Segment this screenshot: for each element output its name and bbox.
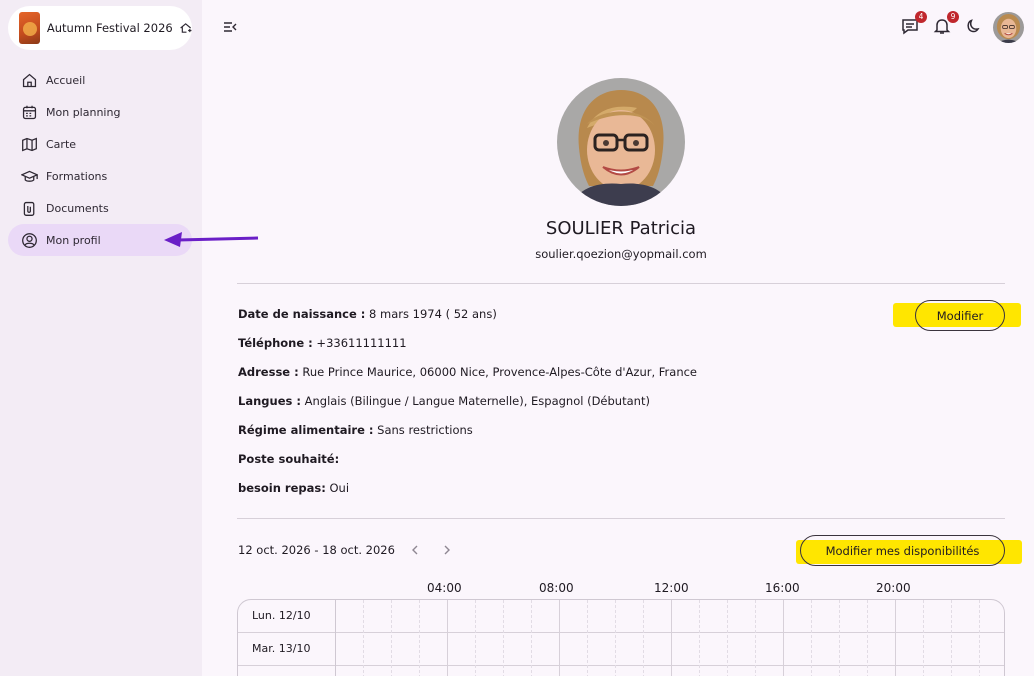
info-label: Adresse :	[238, 365, 299, 379]
info-label: Régime alimentaire :	[238, 423, 374, 437]
grid-line	[755, 600, 756, 676]
info-meal-need: besoin repas: Oui	[238, 481, 349, 495]
hour-label: 16:00	[765, 581, 800, 595]
profile-email: soulier.qoezion@yopmail.com	[535, 247, 707, 261]
grid-line	[391, 600, 392, 676]
user-circle-icon	[22, 232, 37, 248]
switch-festival-icon[interactable]	[179, 21, 192, 35]
sidebar-item-mon-planning[interactable]: Mon planning	[8, 96, 192, 128]
collapse-sidebar-icon[interactable]	[222, 19, 238, 35]
info-label: Langues :	[238, 394, 301, 408]
grid-line	[503, 600, 504, 676]
grid-line	[475, 600, 476, 676]
calendar-icon	[22, 105, 37, 119]
hour-label: 08:00	[539, 581, 574, 595]
info-desired-position: Poste souhaité:	[238, 452, 339, 466]
grid-line	[895, 600, 896, 676]
info-value: Anglais (Bilingue / Langue Maternelle), …	[300, 394, 650, 408]
grid-line	[363, 600, 364, 676]
grid-line	[783, 600, 784, 676]
map-icon	[22, 137, 37, 151]
sidebar-item-label: Accueil	[46, 73, 86, 87]
grid-line	[811, 600, 812, 676]
sidebar-item-label: Carte	[46, 137, 77, 151]
festival-switcher[interactable]: Autumn Festival 2026	[8, 6, 192, 50]
info-value: 8 mars 1974 ( 52 ans)	[365, 307, 497, 321]
info-value: Oui	[325, 481, 350, 495]
notifications-button[interactable]: 9	[933, 11, 959, 37]
sidebar-item-label: Mon profil	[46, 233, 101, 247]
sidebar: Autumn Festival 2026 Accueil Mon plannin…	[0, 0, 202, 676]
info-phone: Téléphone : +33611111111	[238, 336, 407, 350]
info-label: Poste souhaité:	[238, 452, 340, 466]
grid-line	[727, 600, 728, 676]
grid-line	[643, 600, 644, 676]
graduation-cap-icon	[21, 170, 38, 182]
festival-name: Autumn Festival 2026	[46, 21, 173, 35]
sidebar-nav: Accueil Mon planning Carte Formations Do…	[8, 64, 192, 256]
grid-line	[867, 600, 868, 676]
info-birthdate: Date de naissance : 8 mars 1974 ( 52 ans…	[238, 307, 497, 321]
profile-name: SOULIER Patricia	[545, 218, 697, 239]
info-label: Date de naissance :	[238, 307, 366, 321]
grid-line	[531, 600, 532, 676]
avatar-photo	[993, 12, 1024, 43]
grid-line	[839, 600, 840, 676]
grid-line	[447, 600, 448, 676]
info-diet: Régime alimentaire : Sans restrictions	[238, 423, 473, 437]
messages-button[interactable]: 4	[901, 11, 927, 37]
grid-line	[979, 600, 980, 676]
profile-photo	[557, 78, 685, 206]
edit-profile-button[interactable]: Modifier	[915, 300, 1005, 331]
grid-line	[699, 600, 700, 676]
grid-line	[335, 600, 336, 676]
paperclip-icon	[23, 201, 35, 216]
sidebar-item-accueil[interactable]: Accueil	[8, 64, 192, 96]
info-value: Rue Prince Maurice, 06000 Nice, Provence…	[298, 365, 698, 379]
sidebar-item-label: Mon planning	[46, 105, 121, 119]
sidebar-item-carte[interactable]: Carte	[8, 128, 192, 160]
sidebar-item-documents[interactable]: Documents	[8, 192, 192, 224]
moon-icon	[967, 19, 980, 33]
info-label: Téléphone :	[238, 336, 313, 350]
info-value: +33611111111	[312, 336, 407, 350]
sidebar-item-formations[interactable]: Formations	[8, 160, 192, 192]
next-week-icon[interactable]	[441, 543, 453, 557]
theme-toggle[interactable]	[965, 17, 985, 37]
day-label: Mar. 13/10	[252, 642, 311, 655]
home-icon	[22, 73, 37, 87]
hour-label: 04:00	[427, 581, 462, 595]
grid-line	[951, 600, 952, 676]
festival-logo	[19, 12, 40, 44]
day-label: Lun. 12/10	[252, 609, 311, 622]
grid-line	[615, 600, 616, 676]
grid-line	[559, 600, 560, 676]
info-address: Adresse : Rue Prince Maurice, 06000 Nice…	[238, 365, 697, 379]
grid-line	[587, 600, 588, 676]
notifications-badge: 9	[947, 11, 959, 23]
grid-line	[671, 600, 672, 676]
hour-label: 12:00	[654, 581, 689, 595]
user-avatar-button[interactable]	[993, 12, 1024, 43]
info-languages: Langues : Anglais (Bilingue / Langue Mat…	[238, 394, 650, 408]
previous-week-icon[interactable]	[409, 543, 421, 557]
grid-line	[923, 600, 924, 676]
sidebar-item-label: Formations	[46, 169, 108, 183]
grid-line	[419, 600, 420, 676]
divider	[237, 283, 1005, 284]
week-range: 12 oct. 2026 - 18 oct. 2026	[238, 543, 395, 557]
edit-availability-button[interactable]: Modifier mes disponibilités	[800, 535, 1005, 566]
table-row: Mar. 13/10	[238, 633, 1004, 666]
sidebar-item-label: Documents	[46, 201, 109, 215]
messages-badge: 4	[915, 11, 927, 23]
hour-label: 20:00	[876, 581, 911, 595]
table-row: Lun. 12/10	[238, 600, 1004, 633]
divider	[237, 518, 1005, 519]
info-label: besoin repas:	[238, 481, 326, 495]
info-value: Sans restrictions	[373, 423, 473, 437]
availability-grid[interactable]: Lun. 12/10 Mar. 13/10	[237, 599, 1005, 676]
